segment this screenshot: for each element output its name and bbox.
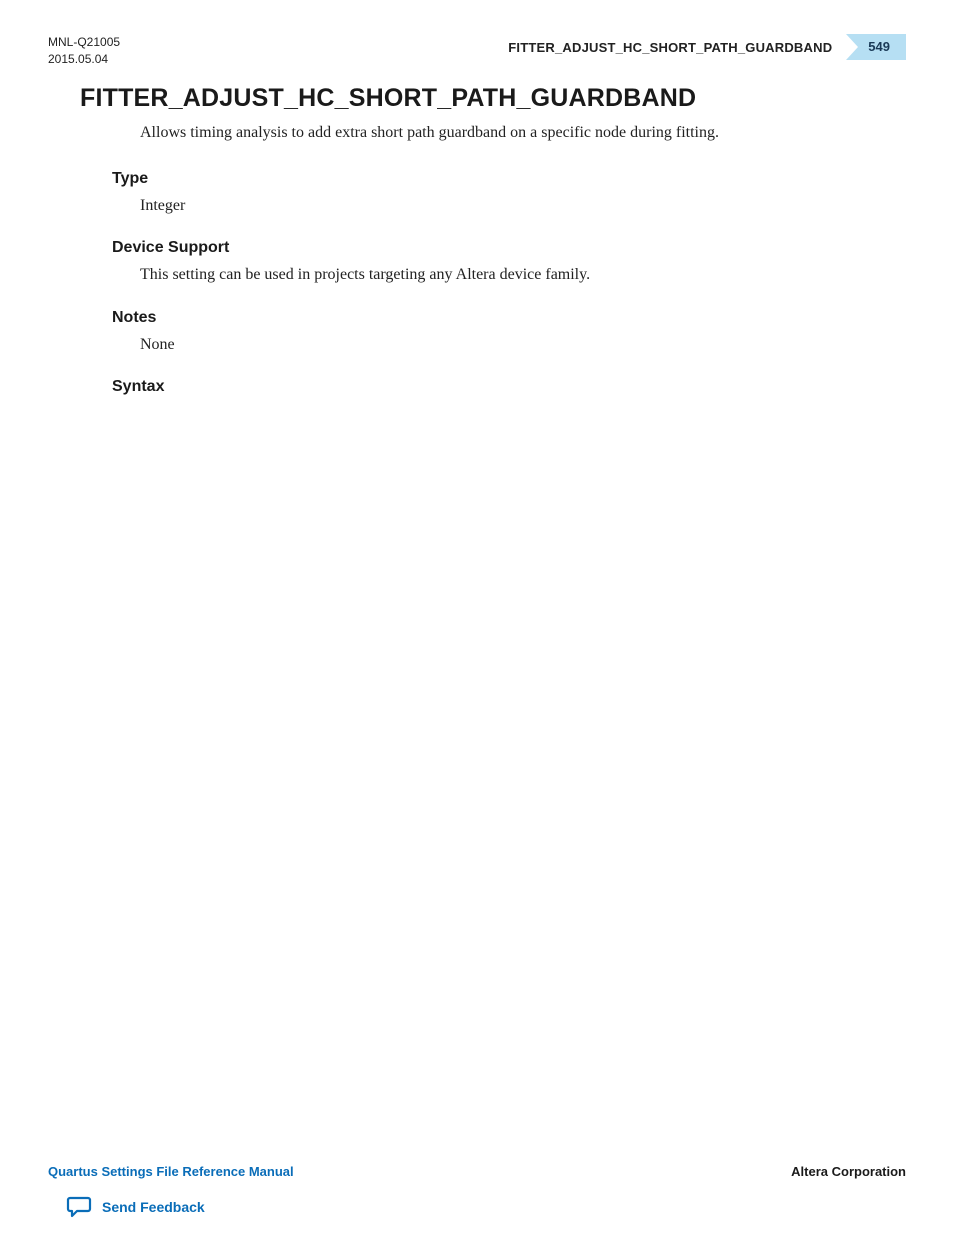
section-body-notes: None: [140, 333, 874, 356]
page-footer: Quartus Settings File Reference Manual A…: [48, 1164, 906, 1179]
manual-name-link[interactable]: Quartus Settings File Reference Manual: [48, 1164, 294, 1179]
section-body-type: Integer: [140, 194, 874, 217]
page-header: MNL-Q21005 2015.05.04 FITTER_ADJUST_HC_S…: [48, 34, 906, 68]
company-name: Altera Corporation: [791, 1164, 906, 1179]
doc-date: 2015.05.04: [48, 51, 120, 68]
section-heading-type: Type: [112, 170, 874, 188]
speech-bubble-icon: [66, 1195, 92, 1219]
header-meta: MNL-Q21005 2015.05.04: [48, 34, 120, 68]
page-title: FITTER_ADJUST_HC_SHORT_PATH_GUARDBAND: [80, 84, 874, 113]
header-right: FITTER_ADJUST_HC_SHORT_PATH_GUARDBAND 54…: [508, 34, 906, 60]
doc-id: MNL-Q21005: [48, 34, 120, 51]
section-heading-notes: Notes: [112, 309, 874, 327]
page-content: FITTER_ADJUST_HC_SHORT_PATH_GUARDBAND Al…: [80, 84, 874, 402]
send-feedback-link[interactable]: Send Feedback: [66, 1195, 205, 1219]
badge-notch-icon: [846, 34, 858, 60]
send-feedback-label: Send Feedback: [102, 1199, 205, 1215]
document-page: MNL-Q21005 2015.05.04 FITTER_ADJUST_HC_S…: [0, 0, 954, 1235]
intro-paragraph: Allows timing analysis to add extra shor…: [140, 121, 874, 144]
page-number-badge: 549: [846, 34, 906, 60]
section-heading-syntax: Syntax: [112, 378, 874, 396]
section-heading-device-support: Device Support: [112, 239, 874, 257]
running-title: FITTER_ADJUST_HC_SHORT_PATH_GUARDBAND: [508, 40, 846, 55]
section-body-device-support: This setting can be used in projects tar…: [140, 263, 874, 286]
